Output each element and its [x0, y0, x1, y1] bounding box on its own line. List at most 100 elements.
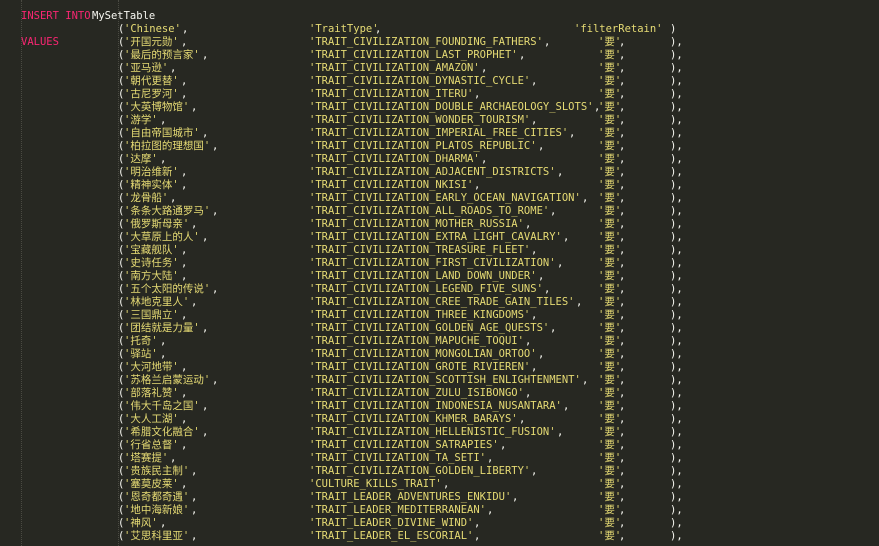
code-line-row[interactable]: ('宝藏舰队' 'TRAIT_CIVILIZATION_TREASURE_FLEE…: [0, 244, 879, 257]
code-line-row[interactable]: ('地中海新娘' 'TRAIT_LEADER_MEDITERRANEAN' '要')…: [0, 504, 879, 517]
row-close-paren: ),: [670, 205, 683, 217]
code-line-row[interactable]: ('大草原上的人' 'TRAIT_CIVILIZATION_EXTRA_LIGHT…: [0, 231, 879, 244]
code-line-row[interactable]: ('部落礼赞' 'TRAIT_CIVILIZATION_ZULU_ISIBONGO…: [0, 387, 879, 400]
comma: ,: [202, 231, 209, 243]
comma: ,: [170, 62, 177, 74]
code-line-row[interactable]: ('三国鼎立' 'TRAIT_CIVILIZATION_THREE_KINGDOM…: [0, 309, 879, 322]
code-line-row[interactable]: ('希腊文化融合' 'TRAIT_CIVILIZATION_HELLENISTIC…: [0, 426, 879, 439]
code-line-row[interactable]: ('神风' 'TRAIT_LEADER_DIVINE_WIND' '要'),,,,: [0, 517, 879, 530]
row-chinese-name: '精神实体': [124, 179, 179, 191]
row-chinese-name: '大草原上的人': [124, 231, 200, 243]
code-line-row[interactable]: ('自由帝国城市' 'TRAIT_CIVILIZATION_IMPERIAL_FR…: [0, 127, 879, 140]
code-line-row[interactable]: ('大人工湖' 'TRAIT_CIVILIZATION_KHMER_BARAYS'…: [0, 413, 879, 426]
code-line-row[interactable]: ('苏格兰启蒙运动' 'TRAIT_CIVILIZATION_SCOTTISH_E…: [0, 374, 879, 387]
comma: ,: [474, 179, 481, 191]
comma: ,: [500, 439, 507, 451]
row-close-paren: ),: [670, 114, 683, 126]
row-chinese-name: '大河地带': [124, 361, 179, 373]
row-chinese-name: '神风': [124, 517, 158, 529]
row-chinese-name: '自由帝国城市': [124, 127, 200, 139]
row-chinese-name: '条条大路通罗马': [124, 205, 211, 217]
code-line-row[interactable]: ('精神实体' 'TRAIT_CIVILIZATION_NKISI' '要'),,,…: [0, 179, 879, 192]
comma: ,: [181, 257, 188, 269]
comma: ,: [538, 270, 545, 282]
row-trait-type: 'TRAIT_LEADER_ADVENTURES_ENKIDU': [309, 491, 512, 503]
row-filter-retain: '要': [598, 387, 622, 399]
row-close-paren: ),: [670, 283, 683, 295]
row-chinese-name: '部落礼赞': [124, 387, 179, 399]
comma: ,: [619, 387, 626, 399]
code-line-row[interactable]: ('龙骨船' 'TRAIT_CIVILIZATION_EARLY_OCEAN_NA…: [0, 192, 879, 205]
code-line-row[interactable]: ('行省总督' 'TRAIT_CIVILIZATION_SATRAPIES' '要'…: [0, 439, 879, 452]
row-chinese-name: '开国元勋': [124, 36, 179, 48]
row-chinese-name: '林地克里人': [124, 296, 190, 308]
code-line-row[interactable]: ('朝代更替' 'TRAIT_CIVILIZATION_DYNASTIC_CYCL…: [0, 75, 879, 88]
row-close-paren: ),: [670, 530, 683, 542]
row-chinese-name: '行省总督': [124, 439, 179, 451]
row-filter-retain: '要': [598, 361, 622, 373]
comma: ,: [519, 413, 526, 425]
row-close-paren: ),: [670, 153, 683, 165]
code-line-row[interactable]: ('艾思科里亚' 'TRAIT_LEADER_EL_ESCORIAL' '要'),,…: [0, 530, 879, 543]
row-filter-retain: '要': [598, 296, 622, 308]
row-trait-type: 'CULTURE_KILLS_TRAIT': [309, 478, 442, 490]
row-filter-retain: '要': [598, 439, 622, 451]
code-line-row[interactable]: ('大英博物馆' 'TRAIT_CIVILIZATION_DOUBLE_ARCHA…: [0, 101, 879, 114]
code-line-row[interactable]: ('最后的预言家' 'TRAIT_CIVILIZATION_LAST_PROPHE…: [0, 49, 879, 62]
row-filter-retain: '要': [598, 140, 622, 152]
comma: ,: [191, 465, 198, 477]
code-line-row[interactable]: ('明治维新' 'TRAIT_CIVILIZATION_ADJACENT_DIST…: [0, 166, 879, 179]
code-line-row[interactable]: ('条条大路通罗马' 'TRAIT_CIVILIZATION_ALL_ROADS_…: [0, 205, 879, 218]
code-line-row[interactable]: ('游学' 'TRAIT_CIVILIZATION_WONDER_TOURISM'…: [0, 114, 879, 127]
code-line-row[interactable]: ('俄罗斯母亲' 'TRAIT_CIVILIZATION_MOTHER_RUSSI…: [0, 218, 879, 231]
code-line-row[interactable]: ('五个太阳的传说' 'TRAIT_CIVILIZATION_LEGEND_FIV…: [0, 283, 879, 296]
comma: ,: [582, 192, 589, 204]
code-line-row[interactable]: ('大河地带' 'TRAIT_CIVILIZATION_GROTE_RIVIERE…: [0, 361, 879, 374]
code-line-row[interactable]: ('南方大陆' 'TRAIT_CIVILIZATION_LAND_DOWN_UND…: [0, 270, 879, 283]
row-trait-type: 'TRAIT_CIVILIZATION_GOLDEN_LIBERTY': [309, 465, 531, 477]
code-line-row[interactable]: ('柏拉图的理想国' 'TRAIT_CIVILIZATION_PLATOS_REP…: [0, 140, 879, 153]
comma: ,: [202, 127, 209, 139]
row-chinese-name: '朝代更替': [124, 75, 179, 87]
code-line-row[interactable]: ('塞莫皮莱' 'CULTURE_KILLS_TRAIT' '要'),,,,: [0, 478, 879, 491]
code-line-row[interactable]: ('史诗任务' 'TRAIT_CIVILIZATION_FIRST_CIVILIZ…: [0, 257, 879, 270]
row-trait-type: 'TRAIT_CIVILIZATION_DHARMA': [309, 153, 480, 165]
row-trait-type: 'TRAIT_CIVILIZATION_NKISI': [309, 179, 474, 191]
comma: ,: [619, 166, 626, 178]
code-line-row[interactable]: ('托奇' 'TRAIT_CIVILIZATION_MAPUCHE_TOQUI' '…: [0, 335, 879, 348]
code-line-row[interactable]: ('恩奇都奇遇' 'TRAIT_LEADER_ADVENTURES_ENKIDU'…: [0, 491, 879, 504]
comma: ,: [619, 192, 626, 204]
comma: ,: [619, 140, 626, 152]
column-filterretain: 'filterRetain': [574, 23, 663, 35]
row-trait-type: 'TRAIT_LEADER_EL_ESCORIAL': [309, 530, 474, 542]
code-line-row[interactable]: ('团结就是力量' 'TRAIT_CIVILIZATION_GOLDEN_AGE_…: [0, 322, 879, 335]
comma: ,: [619, 296, 626, 308]
row-filter-retain: '要': [598, 166, 622, 178]
code-line-row[interactable]: ('亚马逊' 'TRAIT_CIVILIZATION_AMAZON' '要'),,,…: [0, 62, 879, 75]
row-chinese-name: '地中海新娘': [124, 504, 190, 516]
comma: ,: [474, 530, 481, 542]
code-line-row[interactable]: ('开国元勋' 'TRAIT_CIVILIZATION_FOUNDING_FATH…: [0, 36, 879, 49]
comma: ,: [212, 205, 219, 217]
code-line-row[interactable]: ('塔赛提' 'TRAIT_CIVILIZATION_TA_SETI' '要'),,…: [0, 452, 879, 465]
code-line-insert[interactable]: INSERT INTO MySetTable: [0, 10, 879, 23]
row-close-paren: ),: [670, 270, 683, 282]
code-line-row[interactable]: ('林地克里人' 'TRAIT_CIVILIZATION_CREE_TRADE_G…: [0, 296, 879, 309]
code-line-row[interactable]: ('贵族民主制' 'TRAIT_CIVILIZATION_GOLDEN_LIBER…: [0, 465, 879, 478]
row-filter-retain: '要': [598, 322, 622, 334]
row-filter-retain: '要': [598, 101, 622, 113]
comma: ,: [544, 36, 551, 48]
comma: ,: [181, 166, 188, 178]
comma: ,: [619, 62, 626, 74]
code-line-row[interactable]: ('古尼罗河' 'TRAIT_CIVILIZATION_ITERU' '要'),,,…: [0, 88, 879, 101]
row-chinese-name: '大人工湖': [124, 413, 179, 425]
row-filter-retain: '要': [598, 179, 622, 191]
row-trait-type: 'TRAIT_CIVILIZATION_LAND_DOWN_UNDER': [309, 270, 537, 282]
code-line-row[interactable]: ('伟大千岛之国' 'TRAIT_CIVILIZATION_INDONESIA_N…: [0, 400, 879, 413]
code-line-columns[interactable]: ( 'Chinese' , 'TraitType' , 'filterRetai…: [0, 23, 879, 36]
row-chinese-name: '三国鼎立': [124, 309, 179, 321]
code-line-row[interactable]: ('达摩' 'TRAIT_CIVILIZATION_DHARMA' '要'),,,,: [0, 153, 879, 166]
comma: ,: [557, 257, 564, 269]
code-editor[interactable]: INSERT INTO MySetTable ( 'Chinese' , 'Tr…: [0, 0, 879, 546]
code-line-row[interactable]: ('驿站' 'TRAIT_CIVILIZATION_MONGOLIAN_ORTOO…: [0, 348, 879, 361]
